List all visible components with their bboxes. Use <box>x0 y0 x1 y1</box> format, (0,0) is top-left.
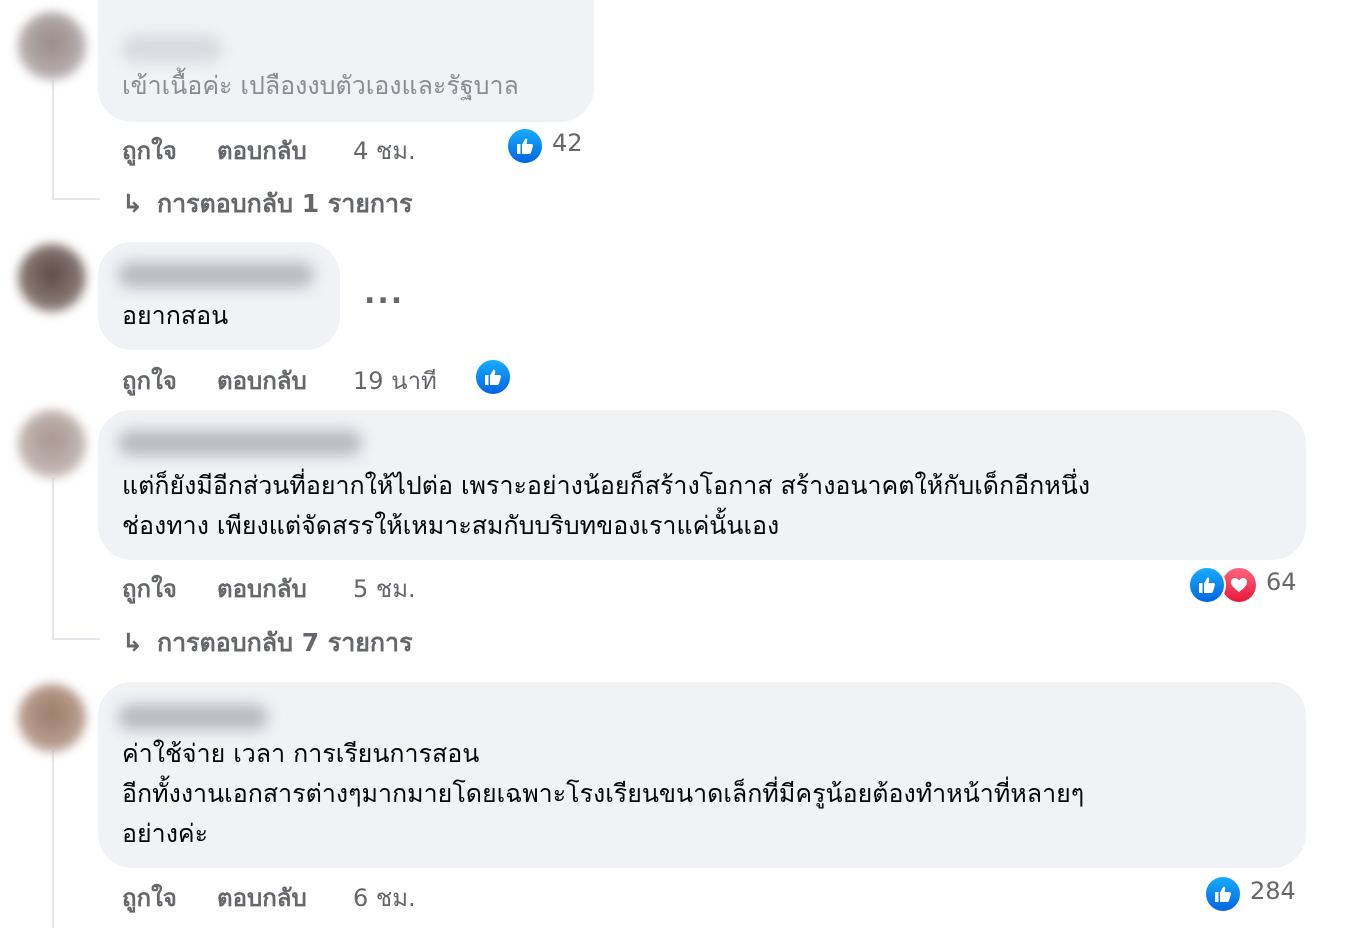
comment-text-line-1: ค่าใช้จ่าย เวลา การเรียนการสอน <box>122 739 480 768</box>
thread-line-curve <box>52 198 100 200</box>
like-icon <box>1188 566 1226 604</box>
reaction-summary[interactable]: 42 <box>506 127 596 165</box>
reaction-count: 42 <box>552 129 583 157</box>
view-replies-label: การตอบกลับ 1 รายการ <box>156 189 413 218</box>
comment-bubble: แต่ก็ยังมีอีกส่วนที่อยากให้ไปต่อ เพราะอย… <box>98 410 1306 560</box>
comment-text: เข้าเนื้อค่ะ เปลืองงบตัวเองและรัฐบาล <box>122 71 519 100</box>
commenter-name[interactable] <box>118 704 268 730</box>
like-link[interactable]: ถูกใจ <box>122 569 177 608</box>
thread-line-curve <box>52 638 100 640</box>
commenter-name[interactable] <box>122 36 222 62</box>
comment-bubble: เข้าเนื้อค่ะ เปลืองงบตัวเองและรัฐบาล <box>98 0 594 122</box>
view-replies-label: การตอบกลับ 7 รายการ <box>156 628 413 657</box>
comment-text-line-3: อย่างค่ะ <box>122 819 209 848</box>
comment-actions: ถูกใจ ตอบกลับ 5 ชม. <box>122 569 462 603</box>
comment-bubble: ค่าใช้จ่าย เวลา การเรียนการสอน อีกทั้งงา… <box>98 682 1306 868</box>
comment-text: อยากสอน <box>122 301 229 330</box>
comment-bubble: อยากสอน <box>98 242 340 350</box>
reply-link[interactable]: ตอบกลับ <box>217 131 307 170</box>
like-icon <box>506 127 544 165</box>
commenter-name[interactable] <box>118 262 314 288</box>
reaction-count: 284 <box>1250 877 1296 905</box>
comment-text-line-1: แต่ก็ยังมีอีกส่วนที่อยากให้ไปต่อ เพราะอย… <box>122 471 1091 500</box>
reply-link[interactable]: ตอบกลับ <box>217 878 307 917</box>
comment-text-line-2: อีกทั้งงานเอกสารต่างๆมากมายโดยเฉพาะโรงเร… <box>122 779 1085 808</box>
reply-arrow-icon: ↳ <box>122 628 143 657</box>
like-icon <box>474 358 512 396</box>
reaction-summary[interactable] <box>474 358 514 396</box>
thread-line <box>52 750 54 928</box>
reaction-summary[interactable]: 64 <box>1188 566 1300 604</box>
reaction-summary[interactable]: 284 <box>1204 875 1304 913</box>
reply-link[interactable]: ตอบกลับ <box>217 361 307 400</box>
comment-time[interactable]: 4 ชม. <box>353 131 416 170</box>
thread-line <box>52 80 54 200</box>
comment-actions: ถูกใจ ตอบกลับ 6 ชม. <box>122 878 462 912</box>
like-link[interactable]: ถูกใจ <box>122 131 177 170</box>
like-icon <box>1204 875 1242 913</box>
reaction-count: 64 <box>1266 568 1297 596</box>
more-options-button[interactable]: ... <box>364 276 404 311</box>
commenter-name[interactable] <box>118 430 362 456</box>
avatar[interactable] <box>18 12 86 80</box>
comment-time[interactable]: 5 ชม. <box>353 569 416 608</box>
like-link[interactable]: ถูกใจ <box>122 361 177 400</box>
like-link[interactable]: ถูกใจ <box>122 878 177 917</box>
comment-actions: ถูกใจ ตอบกลับ 19 นาที <box>122 361 462 395</box>
reply-arrow-icon: ↳ <box>122 189 143 218</box>
comment-text-line-2: ช่องทาง เพียงแต่จัดสรรให้เหมาะสมกับบริบท… <box>122 511 780 540</box>
reply-link[interactable]: ตอบกลับ <box>217 569 307 608</box>
avatar[interactable] <box>18 244 86 312</box>
avatar[interactable] <box>18 410 86 478</box>
thread-line <box>52 478 54 638</box>
view-replies-link[interactable]: ↳ การตอบกลับ 1 รายการ <box>122 184 413 224</box>
view-replies-link[interactable]: ↳ การตอบกลับ 7 รายการ <box>122 623 413 663</box>
comment-time[interactable]: 19 นาที <box>353 361 437 400</box>
avatar[interactable] <box>18 684 86 752</box>
comment-time[interactable]: 6 ชม. <box>353 878 416 917</box>
